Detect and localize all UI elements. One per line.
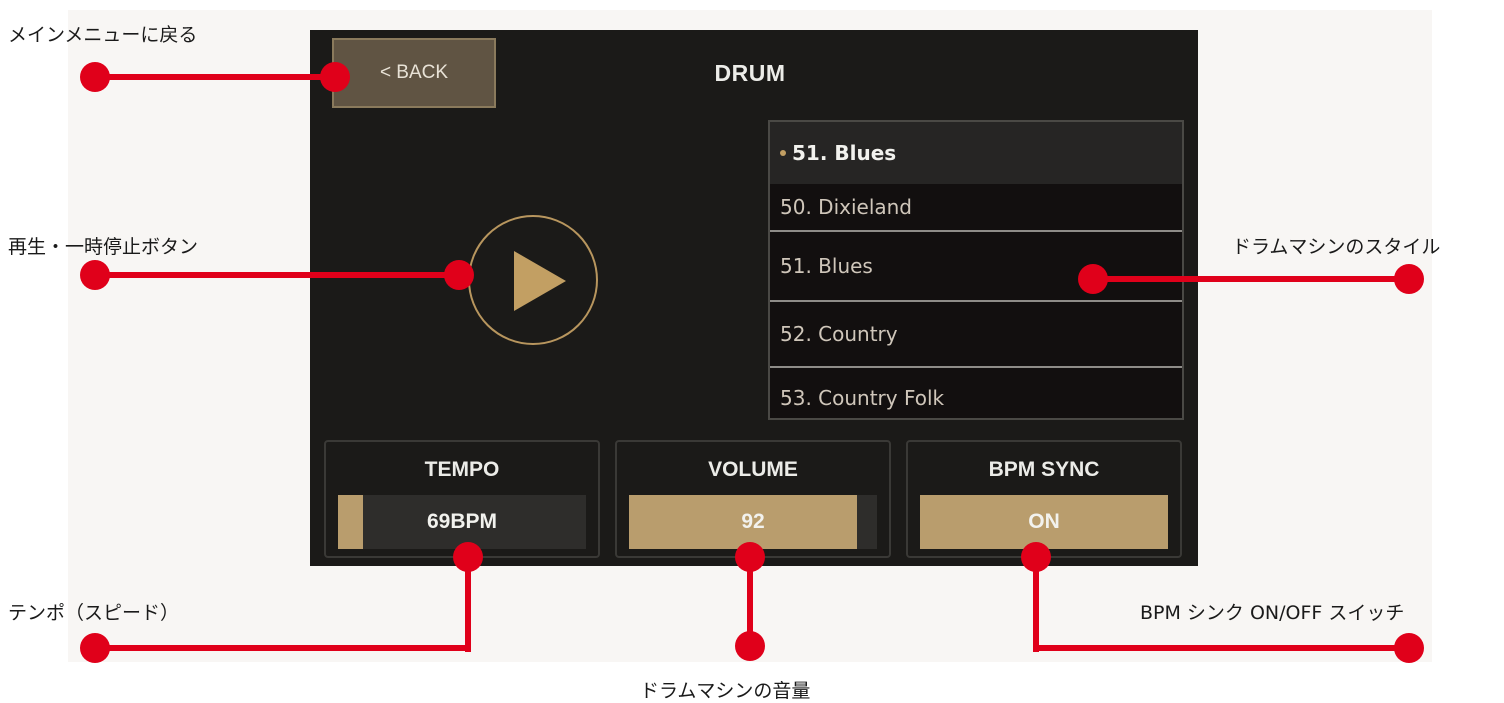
tempo-label: TEMPO — [424, 458, 500, 481]
callout-line-play — [95, 272, 460, 278]
current-indicator-icon — [780, 150, 786, 156]
style-item-country-folk[interactable]: 53. Country Folk — [770, 368, 1182, 418]
style-item-blues[interactable]: 51. Blues — [770, 232, 1182, 302]
style-item-label: 51. Blues — [780, 254, 873, 278]
callout-line-style — [1093, 276, 1410, 282]
bpm-sync-label: BPM SYNC — [988, 458, 1100, 481]
callout-back: メインメニューに戻る — [8, 24, 198, 46]
callout-dot-volume-end — [735, 631, 765, 661]
callout-line-back — [95, 74, 340, 80]
callout-dot-tempo-start — [453, 542, 483, 572]
bpm-sync-value: ON — [1028, 510, 1060, 533]
callout-dot-back-start — [80, 62, 110, 92]
callout-style: ドラムマシンのスタイル — [1232, 236, 1441, 258]
callout-volume: ドラムマシンの音量 — [640, 680, 811, 702]
callout-dot-volume-start — [735, 542, 765, 572]
style-item-label: 50. Dixieland — [780, 195, 913, 219]
current-style: 51. Blues — [770, 122, 1182, 184]
bpm-sync-panel: BPM SYNC ON — [906, 440, 1182, 558]
volume-label: VOLUME — [708, 458, 798, 481]
callout-bpm-sync: BPM シンク ON/OFF スイッチ — [1140, 602, 1405, 624]
bpm-sync-toggle[interactable]: ON — [920, 495, 1168, 549]
style-item-label: 52. Country — [780, 322, 898, 346]
callout-dot-style-start — [1078, 264, 1108, 294]
callout-dot-play-start — [80, 260, 110, 290]
drum-style-list[interactable]: 51. Blues 50. Dixieland 51. Blues 52. Co… — [768, 120, 1184, 420]
tempo-value: 69BPM — [426, 510, 498, 533]
callout-line-tempo-h — [95, 645, 471, 651]
callout-dot-play-end — [444, 260, 474, 290]
callout-dot-bpm-end — [1394, 633, 1424, 663]
current-style-label: 51. Blues — [792, 141, 897, 165]
callout-tempo: テンポ（スピード） — [8, 602, 180, 624]
style-item-dixieland[interactable]: 50. Dixieland — [770, 184, 1182, 232]
callout-play: 再生・一時停止ボタン — [8, 236, 199, 258]
callout-dot-back-end — [320, 62, 350, 92]
screen-title: DRUM — [714, 60, 786, 86]
style-item-country[interactable]: 52. Country — [770, 302, 1182, 368]
callout-dot-style-end — [1394, 264, 1424, 294]
callout-line-bpm-h — [1033, 645, 1411, 651]
tempo-control[interactable]: 69BPM — [338, 495, 586, 549]
callout-dot-bpm-start — [1021, 542, 1051, 572]
volume-control[interactable]: 92 — [629, 495, 877, 549]
style-item-label: 53. Country Folk — [780, 386, 945, 410]
tempo-panel: TEMPO 69BPM — [324, 440, 600, 558]
back-button[interactable]: < BACK — [332, 38, 496, 108]
volume-panel: VOLUME 92 — [615, 440, 891, 558]
drum-screen: < BACK DRUM 51. Blues 50. Dixieland 51. … — [310, 30, 1198, 566]
play-icon — [514, 251, 566, 311]
play-pause-button[interactable] — [468, 215, 598, 345]
volume-value: 92 — [741, 510, 765, 533]
callout-dot-tempo-end — [80, 633, 110, 663]
